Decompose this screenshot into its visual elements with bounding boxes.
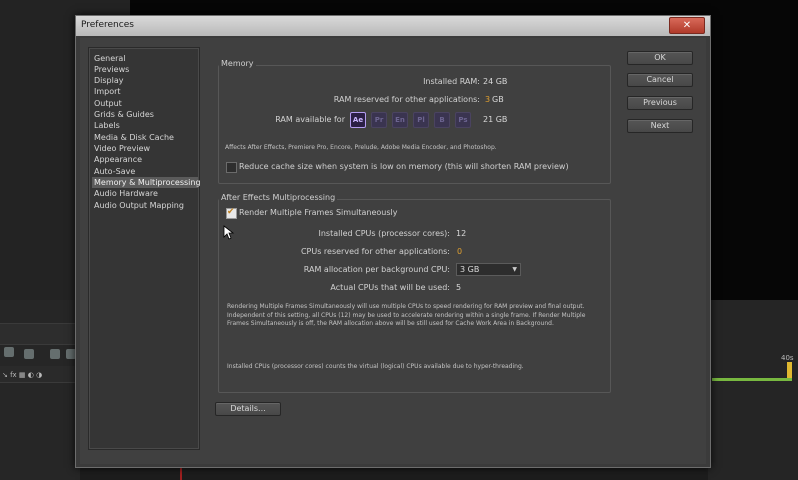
reduce-cache-label: Reduce cache size when system is low on … xyxy=(239,162,569,171)
work-area-end-marker[interactable] xyxy=(787,362,792,378)
category-video-preview[interactable]: Video Preview xyxy=(92,143,198,154)
after-effects-icon: Ae xyxy=(350,112,366,128)
ram-available-label: RAM available for xyxy=(275,115,345,124)
ram-allocation-value: 3 GB xyxy=(460,265,480,274)
timeline-ruler-area xyxy=(708,300,798,480)
next-button[interactable]: Next xyxy=(627,119,693,133)
category-output[interactable]: Output xyxy=(92,98,198,109)
previous-button[interactable]: Previous xyxy=(627,96,693,110)
category-general[interactable]: General xyxy=(92,53,198,64)
switches-icons: ↘ fx ▦ ◐ ◑ xyxy=(2,371,43,379)
composition-icon[interactable] xyxy=(4,347,14,357)
actual-cpus-label: Actual CPUs that will be used: xyxy=(330,283,450,292)
render-icon[interactable] xyxy=(50,349,60,359)
preferences-dialog: Preferences ✕ General Previews Display I… xyxy=(75,15,711,468)
layer-icon[interactable] xyxy=(24,349,34,359)
ram-reserved-label: RAM reserved for other applications: xyxy=(333,95,480,104)
mouse-cursor-icon xyxy=(223,225,235,240)
photoshop-icon: Ps xyxy=(455,112,471,128)
category-import[interactable]: Import xyxy=(92,86,198,97)
dialog-title: Preferences xyxy=(81,20,134,30)
work-area-bar xyxy=(712,378,792,381)
category-list: General Previews Display Import Output G… xyxy=(88,47,201,450)
prelude-icon: Pl xyxy=(413,112,429,128)
cpus-reserved-label: CPUs reserved for other applications: xyxy=(300,247,450,256)
ruler-label-40s: 40s xyxy=(781,354,794,362)
render-multiple-frames-checkbox[interactable] xyxy=(226,207,237,219)
installed-ram-label: Installed RAM: xyxy=(423,77,480,86)
memory-group-title: Memory xyxy=(219,59,256,68)
hyperthreading-note: Installed CPUs (processor cores) counts … xyxy=(227,363,524,370)
ram-allocation-label: RAM allocation per background CPU: xyxy=(303,265,450,274)
category-auto-save[interactable]: Auto-Save xyxy=(92,166,198,177)
actual-cpus-value: 5 xyxy=(456,283,462,292)
multiprocessing-description: Rendering Multiple Frames Simultaneously… xyxy=(227,303,586,327)
multiprocessing-group-title: After Effects Multiprocessing xyxy=(219,193,338,202)
category-media-disk-cache[interactable]: Media & Disk Cache xyxy=(92,132,198,143)
media-encoder-icon: B xyxy=(434,112,450,128)
category-audio-hardware[interactable]: Audio Hardware xyxy=(92,188,198,199)
close-icon: ✕ xyxy=(682,20,692,31)
dialog-titlebar[interactable]: Preferences ✕ xyxy=(76,16,710,36)
encore-icon: En xyxy=(392,112,408,128)
ram-available-value: 21 GB xyxy=(483,115,508,124)
render-multiple-frames-label: Render Multiple Frames Simultaneously xyxy=(239,208,398,217)
installed-cpus-label: Installed CPUs (processor cores): xyxy=(318,229,450,238)
reduce-cache-checkbox[interactable] xyxy=(226,162,237,173)
details-button[interactable]: Details... xyxy=(215,402,281,416)
cancel-button[interactable]: Cancel xyxy=(627,73,693,87)
chevron-down-icon: ▼ xyxy=(512,266,517,273)
category-audio-output-mapping[interactable]: Audio Output Mapping xyxy=(92,200,198,211)
category-labels[interactable]: Labels xyxy=(92,120,198,131)
ok-button[interactable]: OK xyxy=(627,51,693,65)
close-button[interactable]: ✕ xyxy=(669,17,705,34)
category-display[interactable]: Display xyxy=(92,75,198,86)
category-appearance[interactable]: Appearance xyxy=(92,154,198,165)
ram-reserved-value[interactable]: 3 xyxy=(485,95,490,104)
category-previews[interactable]: Previews xyxy=(92,64,198,75)
cpus-reserved-value[interactable]: 0 xyxy=(457,247,462,256)
category-grids-guides[interactable]: Grids & Guides xyxy=(92,109,198,120)
installed-cpus-value: 12 xyxy=(456,229,467,238)
category-memory-multiprocessing[interactable]: Memory & Multiprocessing xyxy=(92,177,201,188)
premiere-pro-icon: Pr xyxy=(371,112,387,128)
installed-ram-value: 24 GB xyxy=(483,77,508,86)
ram-allocation-dropdown[interactable]: 3 GB ▼ xyxy=(456,263,521,276)
affects-apps-text: Affects After Effects, Premiere Pro, Enc… xyxy=(225,144,497,151)
ram-reserved-unit: GB xyxy=(492,95,504,104)
